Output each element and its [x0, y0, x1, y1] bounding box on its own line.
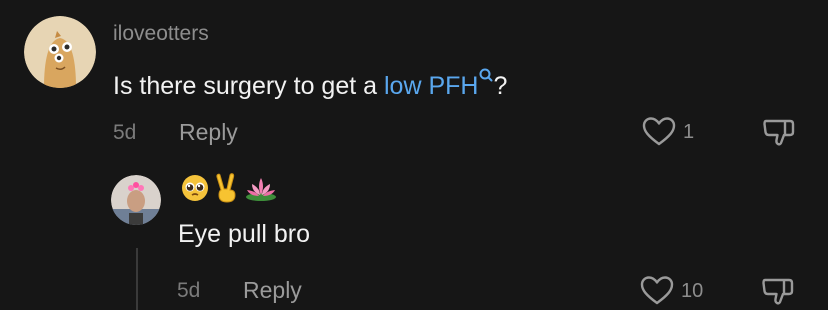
comment-text-before: Is there surgery to get a: [113, 72, 384, 100]
victory-hand-emoji: [216, 173, 236, 203]
comment-text-after: ?: [493, 72, 508, 100]
heart-icon: [640, 276, 674, 305]
comment-username[interactable]: iloveotters: [113, 21, 209, 47]
heart-icon: [642, 117, 676, 146]
thread-line: [136, 248, 138, 310]
reply-dislike-button[interactable]: [761, 273, 795, 307]
reply-avatar-image: [111, 175, 161, 225]
thumbs-down-icon: [763, 119, 795, 146]
lotus-emoji: [246, 178, 276, 201]
avatar[interactable]: [24, 16, 96, 88]
reply-reply-button[interactable]: Reply: [243, 277, 302, 303]
comment-thread: iloveotters Is there surgery to get a lo…: [0, 0, 828, 310]
search-link-label: low PFH: [383, 72, 479, 100]
comment-text: Is there surgery to get a low PFH?: [113, 60, 507, 102]
reply-button[interactable]: Reply: [179, 119, 238, 145]
reply-avatar[interactable]: [111, 175, 161, 225]
like-button[interactable]: 1: [642, 116, 694, 148]
thumbs-down-icon: [762, 278, 794, 305]
otter-avatar-image: [24, 16, 96, 88]
reply-like-button[interactable]: 10: [640, 275, 703, 307]
search-icon: [479, 60, 493, 82]
like-count: 1: [683, 121, 695, 143]
pleading-face-emoji: [182, 175, 208, 201]
reply-text: Eye pull bro: [178, 220, 311, 248]
reply-like-count: 10: [681, 280, 704, 302]
comment-timestamp: 5d: [113, 121, 137, 144]
search-link[interactable]: low PFH: [383, 68, 493, 100]
reply-timestamp: 5d: [177, 279, 201, 302]
reply-emoji-row: [180, 172, 278, 204]
dislike-button[interactable]: [762, 114, 796, 148]
